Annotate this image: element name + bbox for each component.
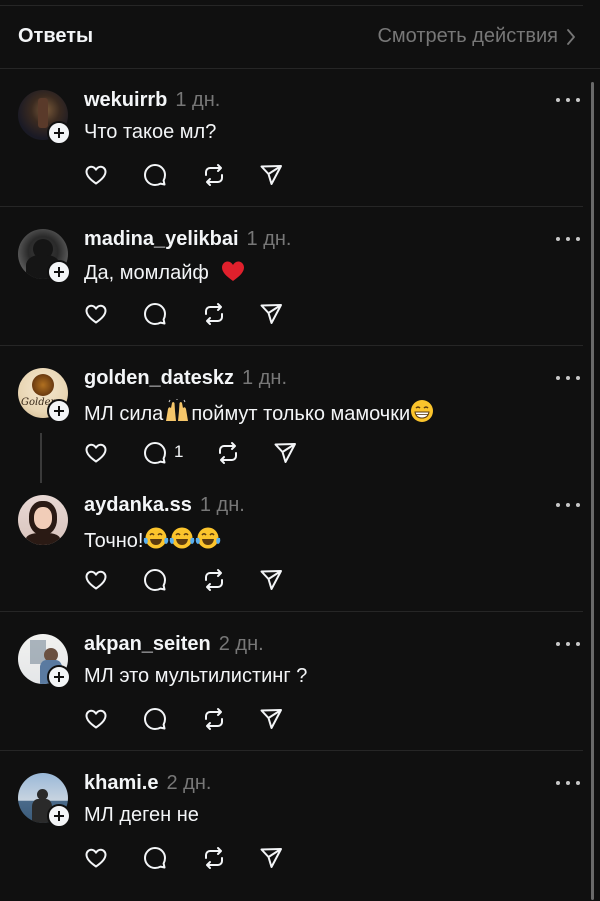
follow-plus-icon[interactable] (47, 121, 71, 145)
username[interactable]: golden_dateskz 1 дн. (84, 367, 287, 390)
comment-icon[interactable] (143, 440, 169, 466)
repost-icon[interactable] (202, 845, 228, 871)
thread-line (40, 433, 42, 483)
red-heart-emoji-icon (222, 261, 245, 281)
replies-header: Ответы Смотреть действия (0, 6, 600, 69)
heart-icon[interactable] (84, 440, 110, 466)
tears-of-joy-emoji-icon (144, 527, 169, 549)
heart-icon[interactable] (84, 567, 110, 593)
timestamp: 2 дн. (218, 633, 264, 655)
share-icon[interactable] (273, 440, 299, 466)
post-text: МЛ сила поймут только мамочки (84, 399, 434, 426)
heart-icon[interactable] (84, 706, 110, 732)
timestamp: 1 дн. (242, 367, 287, 389)
tears-of-joy-emoji-icon (170, 527, 195, 549)
comment-icon[interactable] (143, 845, 169, 871)
more-icon[interactable] (556, 638, 580, 650)
username[interactable]: aydanka.ss 1 дн. (84, 494, 245, 517)
grinning-emoji-icon (411, 400, 434, 422)
comment-icon[interactable] (143, 567, 169, 593)
divider (0, 750, 583, 751)
username[interactable]: madina_yelikbai 1 дн. (84, 228, 291, 251)
heart-icon[interactable] (84, 845, 110, 871)
divider (0, 345, 583, 346)
raised-hands-emoji-icon (166, 399, 189, 421)
post-text: Точно! (84, 526, 221, 553)
repost-icon[interactable] (202, 567, 228, 593)
share-icon[interactable] (259, 567, 285, 593)
post-text: МЛ это мультилистинг ? (84, 665, 308, 687)
heart-icon[interactable] (84, 301, 110, 327)
view-activity-link[interactable]: Смотреть действия (377, 25, 576, 48)
timestamp: 2 дн. (166, 772, 212, 794)
post-text: Что такое мл? (84, 121, 217, 143)
repost-icon[interactable] (202, 301, 228, 327)
share-icon[interactable] (259, 706, 285, 732)
timestamp: 1 дн. (175, 89, 221, 111)
more-icon[interactable] (556, 94, 580, 106)
more-icon[interactable] (556, 372, 580, 384)
post-text: Да, момлайф (84, 260, 246, 285)
post-text: МЛ деген не (84, 804, 199, 826)
page-title: Ответы (18, 25, 94, 47)
more-icon[interactable] (556, 777, 580, 789)
divider (0, 611, 583, 612)
share-icon[interactable] (259, 162, 285, 188)
avatar[interactable] (18, 495, 68, 545)
more-icon[interactable] (556, 499, 580, 511)
follow-plus-icon[interactable] (47, 399, 71, 423)
comment-icon[interactable] (143, 706, 169, 732)
share-icon[interactable] (259, 301, 285, 327)
username[interactable]: wekuirrb 1 дн. (84, 89, 220, 112)
heart-icon[interactable] (84, 162, 110, 188)
chevron-right-icon (567, 28, 575, 45)
follow-plus-icon[interactable] (47, 665, 71, 689)
comment-icon[interactable] (143, 301, 169, 327)
more-icon[interactable] (556, 233, 580, 245)
repost-icon[interactable] (202, 706, 228, 732)
scrollbar[interactable] (591, 82, 594, 900)
view-activity-label: Смотреть действия (377, 25, 558, 47)
follow-plus-icon[interactable] (47, 260, 71, 284)
tears-of-joy-emoji-icon (196, 527, 221, 549)
divider (0, 206, 583, 207)
timestamp: 1 дн. (199, 494, 245, 516)
share-icon[interactable] (259, 845, 285, 871)
repost-icon[interactable] (202, 162, 228, 188)
repost-icon[interactable] (216, 440, 242, 466)
username[interactable]: akpan_seiten 2 дн. (84, 633, 264, 656)
comment-icon[interactable] (143, 162, 169, 188)
username[interactable]: khami.e 2 дн. (84, 772, 211, 795)
timestamp: 1 дн. (246, 228, 292, 250)
reply-count[interactable]: 1 (174, 442, 183, 462)
follow-plus-icon[interactable] (47, 804, 71, 828)
